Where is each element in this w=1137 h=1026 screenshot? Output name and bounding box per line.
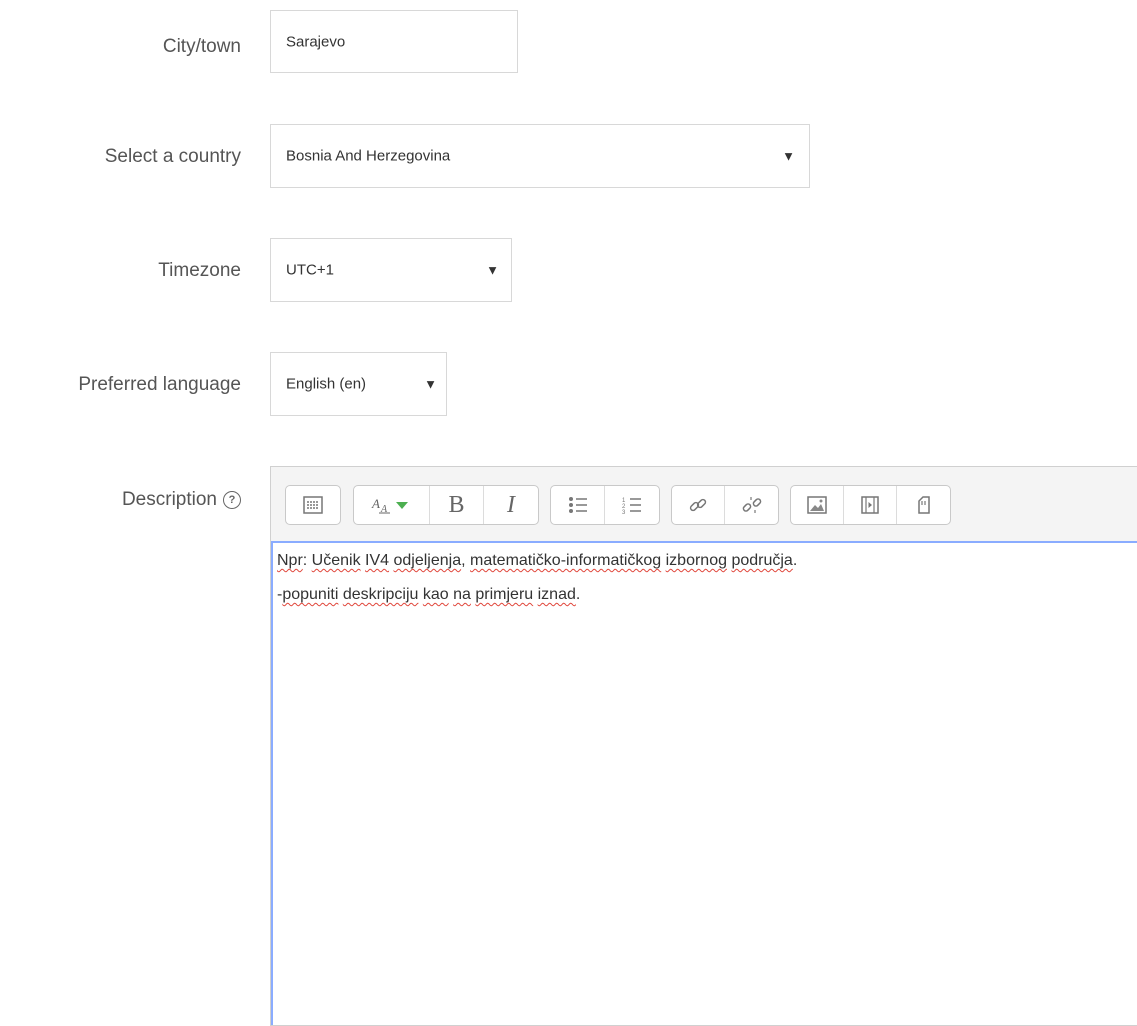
misspelled-word: na [453,586,471,603]
language-label: Preferred language [78,374,241,395]
chevron-down-icon: ▼ [424,376,437,392]
paragraph-style-button[interactable]: A A [354,486,430,524]
description-label-text: Description [121,489,217,510]
language-select[interactable]: English (en) ▼ [270,352,447,416]
chevron-down-icon: ▼ [782,148,795,164]
city-input[interactable]: Sarajevo [270,10,518,73]
toolbar-group-links [671,485,779,525]
misspelled-word: područja [731,552,793,569]
description-line-2: -popuniti deskripciju kao na primjeru iz… [277,585,1137,605]
city-value: Sarajevo [286,33,346,50]
toolbar-toggle-icon [303,496,323,514]
help-icon[interactable]: ? [223,490,241,509]
toolbar-group-format: A A B I [353,485,539,525]
text-segment: : [302,552,312,569]
numbered-list-icon: 1 2 3 [622,498,641,514]
description-editor: A A B I 1 2 3 Npr: Učenik IV4 odjeljenja… [270,466,1137,1026]
toolbar-toggle-button[interactable] [286,486,340,524]
numbered-list-button[interactable]: 1 2 3 [605,486,659,524]
misspelled-word: iznad [537,586,576,603]
misspelled-word: kao [422,586,449,603]
svg-text:A: A [371,496,380,511]
chevron-down-icon: ▼ [486,262,499,278]
misspelled-word: Učenik [311,552,361,569]
file-button[interactable] [897,486,950,524]
misspelled-word: matematičko-informatičkog [470,552,662,569]
unlink-button[interactable] [725,486,778,524]
bullet-list-icon [568,497,587,513]
image-button[interactable] [791,486,844,524]
italic-button[interactable]: I [484,486,538,524]
timezone-select[interactable]: UTC+1 ▼ [270,238,512,302]
language-value: English (en) [286,375,367,393]
misspelled-word: primjeru [475,586,534,603]
description-textarea[interactable]: Npr: Učenik IV4 odjeljenja, matematičko-… [271,541,1137,1025]
misspelled-word: popuniti [282,586,339,603]
media-button[interactable] [844,486,897,524]
city-label: City/town [162,36,241,57]
timezone-value: UTC+1 [286,261,334,279]
country-value: Bosnia And Herzegovina [286,147,451,165]
misspelled-word: odjeljenja [393,552,462,569]
misspelled-word: deskripciju [342,586,419,603]
italic-icon: I [507,491,515,518]
country-label: Select a country [104,146,241,167]
editor-toolbar: A A B I 1 2 3 [271,467,1137,542]
timezone-label: Timezone [158,260,241,281]
media-icon [861,496,879,514]
svg-text:3: 3 [622,510,626,514]
text-segment: . [575,586,581,603]
description-line-1: Npr: Učenik IV4 odjeljenja, matematičko-… [277,551,1137,571]
bold-button[interactable]: B [430,486,484,524]
description-label: Description? [122,489,241,511]
bold-icon: B [448,491,465,518]
image-icon [807,496,827,514]
file-icon [917,496,930,514]
toolbar-group-lists: 1 2 3 [550,485,660,525]
unlink-icon [742,497,761,513]
text-segment: . [792,552,798,569]
toolbar-group-media [790,485,951,525]
misspelled-word: Npr [277,552,303,569]
paragraph-style-icon: A A [371,496,408,515]
text-segment: , [461,552,470,569]
link-button[interactable] [672,486,725,524]
misspelled-word: IV4 [365,552,390,569]
toolbar-group-toggle [285,485,341,525]
link-icon [689,498,707,512]
bullet-list-button[interactable] [551,486,605,524]
country-select[interactable]: Bosnia And Herzegovina ▼ [270,124,810,188]
misspelled-word: izbornog [665,552,727,569]
